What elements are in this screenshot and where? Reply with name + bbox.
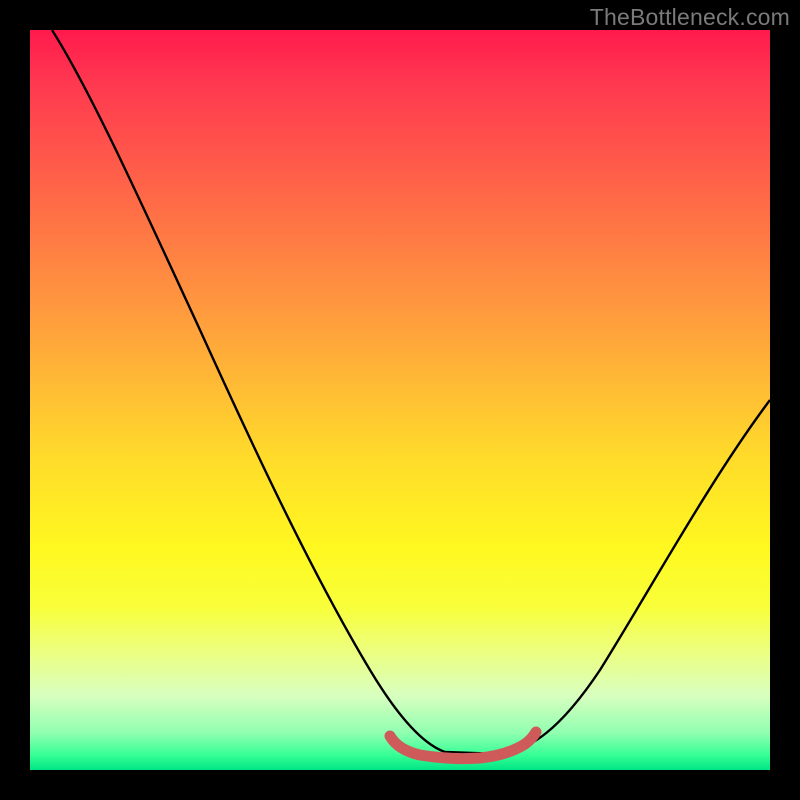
bottleneck-curve [52, 30, 770, 754]
optimal-band-marker [390, 732, 536, 759]
curve-layer [30, 30, 770, 770]
attribution-label: TheBottleneck.com [590, 4, 790, 31]
plot-area [30, 30, 770, 770]
chart-container: TheBottleneck.com [0, 0, 800, 800]
